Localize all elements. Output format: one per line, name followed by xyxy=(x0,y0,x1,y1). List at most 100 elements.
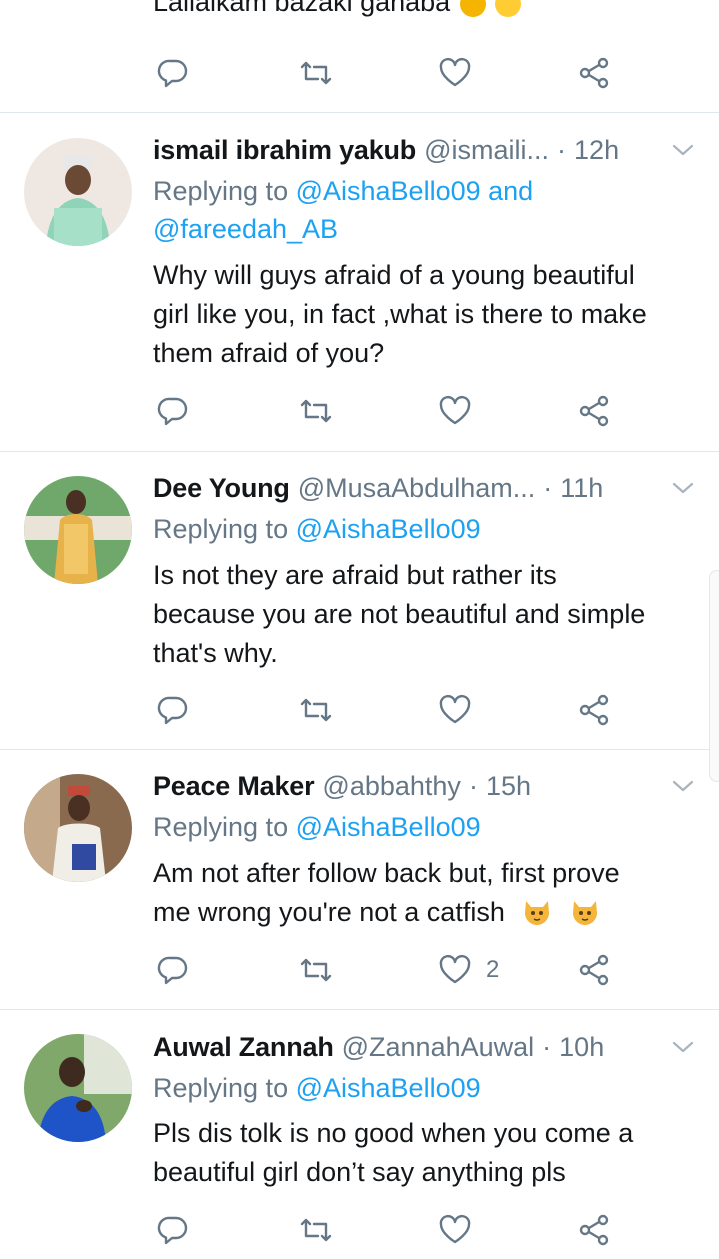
partial-tweet-actions xyxy=(0,53,719,93)
replying-to: Replying to @AishaBello09 xyxy=(153,808,699,846)
avatar[interactable] xyxy=(24,138,132,246)
tweet-actions xyxy=(0,391,719,431)
like-button[interactable] xyxy=(438,53,472,93)
scroll-handle[interactable] xyxy=(709,570,719,782)
chevron-down-icon[interactable] xyxy=(671,774,695,798)
share-icon xyxy=(579,694,609,726)
tweet-text-line: Pls dis tolk is no good when you come a xyxy=(153,1118,634,1148)
mention-link[interactable]: @AishaBello09 and xyxy=(296,176,534,206)
tweet-item[interactable]: Peace Maker @abbahthy · 15h Replying to … xyxy=(0,750,719,1010)
user-handle[interactable]: @ZannahAuwal xyxy=(342,1027,535,1067)
reply-icon xyxy=(157,1216,188,1245)
retweet-button[interactable] xyxy=(298,53,334,93)
tweet-header: Peace Maker @abbahthy · 15h xyxy=(153,766,699,806)
display-name[interactable]: Dee Young xyxy=(153,468,290,508)
avatar[interactable] xyxy=(24,774,132,882)
share-icon xyxy=(579,954,609,986)
replying-prefix: Replying to xyxy=(153,1073,296,1103)
display-name[interactable]: Peace Maker xyxy=(153,766,315,806)
avatar[interactable] xyxy=(24,476,132,584)
timestamp[interactable]: 15h xyxy=(486,766,531,806)
display-name[interactable]: Auwal Zannah xyxy=(153,1027,334,1067)
tweet-text-line: me wrong you're not a catfish xyxy=(153,897,505,927)
heart-icon xyxy=(439,395,471,425)
retweet-icon xyxy=(300,399,332,423)
user-handle[interactable]: @ismaili... xyxy=(424,130,549,170)
chevron-down-icon[interactable] xyxy=(671,138,695,162)
tweet-text: Am not after follow back but, first prov… xyxy=(153,854,699,932)
timestamp[interactable]: 10h xyxy=(559,1027,604,1067)
reply-button[interactable] xyxy=(157,690,189,730)
like-button[interactable] xyxy=(438,391,472,431)
tweet-text-line: Am not after follow back but, first prov… xyxy=(153,858,620,888)
share-icon xyxy=(579,395,609,427)
retweet-icon xyxy=(300,61,332,85)
tweet-header: Dee Young @MusaAbdulham... · 11h xyxy=(153,468,699,508)
partial-tweet-text: Lallaikam bazaki ganaba xyxy=(153,0,522,22)
tweet-text: Why will guys afraid of a young beautifu… xyxy=(153,256,699,373)
replying-to: Replying to @AishaBello09 xyxy=(153,510,699,548)
share-button[interactable] xyxy=(578,690,612,730)
reply-button[interactable] xyxy=(157,53,189,93)
mention-link[interactable]: @AishaBello09 xyxy=(296,812,481,842)
replying-to: Replying to @AishaBello09 and @fareedah_… xyxy=(153,172,699,248)
tweet-text-line: girl like you, in fact ,what is there to… xyxy=(153,299,647,329)
tweet-feed: Lallaikam bazaki ganaba ismail ibrahim y… xyxy=(0,0,719,1259)
display-name[interactable]: ismail ibrahim yakub xyxy=(153,130,416,170)
chevron-down-icon[interactable] xyxy=(671,1035,695,1059)
reply-button[interactable] xyxy=(157,1210,189,1250)
replying-to: Replying to @AishaBello09 xyxy=(153,1069,699,1107)
share-button[interactable] xyxy=(578,1210,612,1250)
replying-prefix: Replying to xyxy=(153,176,296,206)
reply-icon xyxy=(157,956,188,985)
reply-icon xyxy=(157,59,188,88)
tweet-item[interactable]: Auwal Zannah @ZannahAuwal · 10h Replying… xyxy=(0,1010,719,1259)
heart-icon xyxy=(439,954,471,984)
like-button[interactable]: 2 xyxy=(438,950,499,990)
tweet-text-line: beautiful girl don’t say anything pls xyxy=(153,1157,566,1187)
like-button[interactable] xyxy=(438,1210,472,1250)
separator-dot: · xyxy=(542,1032,552,1062)
heart-icon xyxy=(439,1214,471,1244)
tweet-text-line: them afraid of you? xyxy=(153,338,385,368)
mention-link[interactable]: @AishaBello09 xyxy=(296,514,481,544)
timestamp[interactable]: 11h xyxy=(560,468,603,508)
share-button[interactable] xyxy=(578,391,612,431)
tweet-actions xyxy=(0,690,719,730)
tweet-item[interactable]: Dee Young @MusaAbdulham... · 11h Replyin… xyxy=(0,452,719,750)
user-handle[interactable]: @abbahthy xyxy=(322,766,461,806)
tweet-actions xyxy=(0,1210,719,1250)
reply-button[interactable] xyxy=(157,950,189,990)
retweet-button[interactable] xyxy=(298,1210,334,1250)
separator-dot: · xyxy=(557,135,567,165)
reply-button[interactable] xyxy=(157,391,189,431)
retweet-button[interactable] xyxy=(298,690,334,730)
retweet-icon xyxy=(300,958,332,982)
partial-tweet[interactable]: Lallaikam bazaki ganaba xyxy=(0,0,719,113)
tweet-actions: 2 xyxy=(0,950,719,990)
replying-prefix: Replying to xyxy=(153,812,296,842)
mention-link[interactable]: @AishaBello09 xyxy=(296,1073,481,1103)
mention-link[interactable]: @fareedah_AB xyxy=(153,214,338,244)
retweet-button[interactable] xyxy=(298,950,334,990)
timestamp[interactable]: 12h xyxy=(574,130,619,170)
share-icon xyxy=(579,57,609,89)
share-button[interactable] xyxy=(578,950,612,990)
retweet-button[interactable] xyxy=(298,391,334,431)
tweet-header: ismail ibrahim yakub @ismaili... · 12h xyxy=(153,130,699,170)
tweet-text-line: Why will guys afraid of a young beautifu… xyxy=(153,260,635,290)
tweet-item[interactable]: ismail ibrahim yakub @ismaili... · 12h R… xyxy=(0,114,719,452)
retweet-icon xyxy=(300,1218,332,1242)
user-handle[interactable]: @MusaAbdulham... xyxy=(298,468,536,508)
share-icon xyxy=(579,1214,609,1246)
reply-icon xyxy=(157,696,188,725)
chevron-down-icon[interactable] xyxy=(671,476,695,500)
cat-emoji-icon xyxy=(525,901,550,925)
heart-icon xyxy=(439,694,471,724)
avatar-image xyxy=(24,1034,132,1142)
avatar[interactable] xyxy=(24,1034,132,1142)
share-button[interactable] xyxy=(578,53,612,93)
like-count: 2 xyxy=(486,956,500,983)
replying-prefix: Replying to xyxy=(153,514,296,544)
like-button[interactable] xyxy=(438,690,472,730)
